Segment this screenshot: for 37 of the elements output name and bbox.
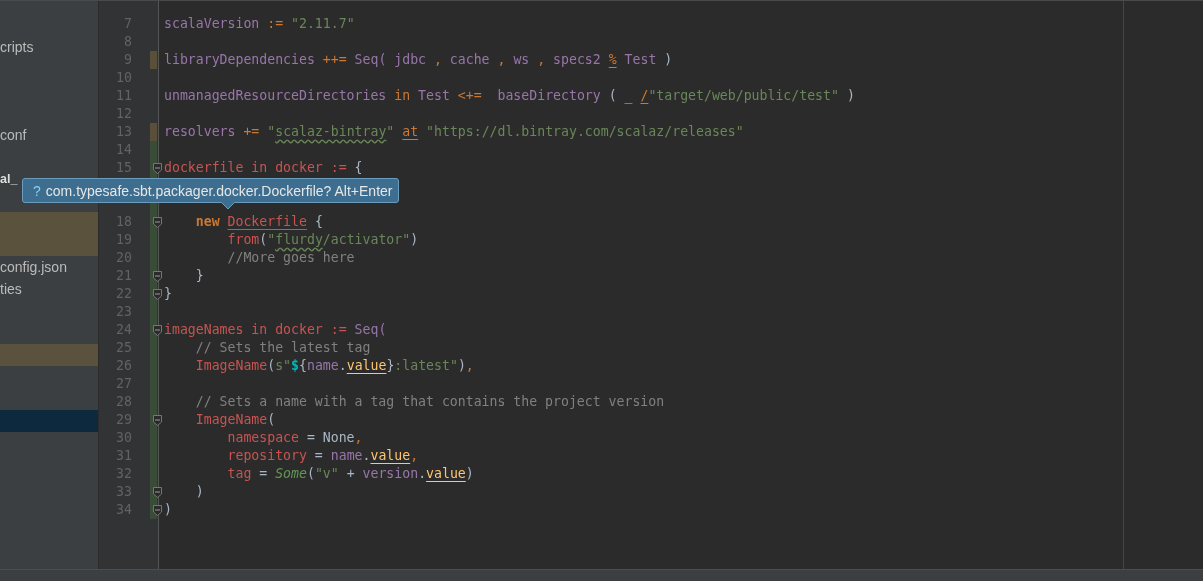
code-line: // Sets a name with a tag that contains the project version	[194, 393, 665, 411]
code-line: tag = Some("v" + version.value)	[226, 465, 474, 483]
code-line: ImageName(s"${name.value}:latest"),	[194, 357, 474, 375]
code-line: namespace = None,	[226, 429, 363, 447]
tree-item[interactable]: ties	[0, 278, 98, 300]
fold-icon[interactable]	[153, 163, 162, 174]
code-line: scalaVersion := "2.11.7"	[164, 15, 355, 33]
code-line: from("flurdy/activator")	[226, 231, 419, 249]
question-mark-icon: ?	[33, 182, 41, 199]
fold-icon[interactable]	[153, 289, 162, 300]
tree-item[interactable]: config.json	[0, 256, 98, 278]
code-line: imageNames in docker := Seq(	[164, 321, 387, 339]
change-marker[interactable]	[150, 141, 157, 159]
code-line: //More goes here	[226, 249, 355, 267]
code-line: new Dockerfile {	[194, 213, 323, 231]
code-line: dockerfile in docker := {	[164, 159, 363, 177]
code-line: ImageName(	[194, 411, 276, 429]
fold-icon[interactable]	[153, 217, 162, 228]
code-line: }	[164, 285, 172, 303]
code-line: unmanagedResourceDirectories in Test <+= baseDirectory ( _ /"target/web/public/test" )	[164, 87, 855, 105]
tree-item[interactable]: conf	[0, 124, 98, 146]
fold-icon[interactable]	[153, 487, 162, 498]
code-line: resolvers += "scalaz-bintray" at "https://dl.bintray.com/scalaz/releases"	[164, 123, 744, 141]
hint-text[interactable]: com.typesafe.sbt.packager.docker.Dockerfile? Alt+Enter	[45, 182, 393, 199]
code-line: }	[194, 267, 204, 285]
code-line: )	[164, 501, 172, 519]
change-marker[interactable]	[150, 51, 157, 69]
fold-icon[interactable]	[153, 325, 162, 336]
fold-icon[interactable]	[153, 415, 162, 426]
fold-icon[interactable]	[153, 271, 162, 282]
change-marker[interactable]	[150, 123, 157, 141]
code-line: repository = name.value,	[226, 447, 419, 465]
code-line: // Sets the latest tag	[194, 339, 371, 357]
tree-item[interactable]: cripts	[0, 36, 98, 58]
fold-icon[interactable]	[153, 505, 162, 516]
code-line: )	[194, 483, 204, 501]
code-line: libraryDependencies ++= Seq( jdbc , cache , ws , specs2 % Test )	[164, 51, 673, 69]
